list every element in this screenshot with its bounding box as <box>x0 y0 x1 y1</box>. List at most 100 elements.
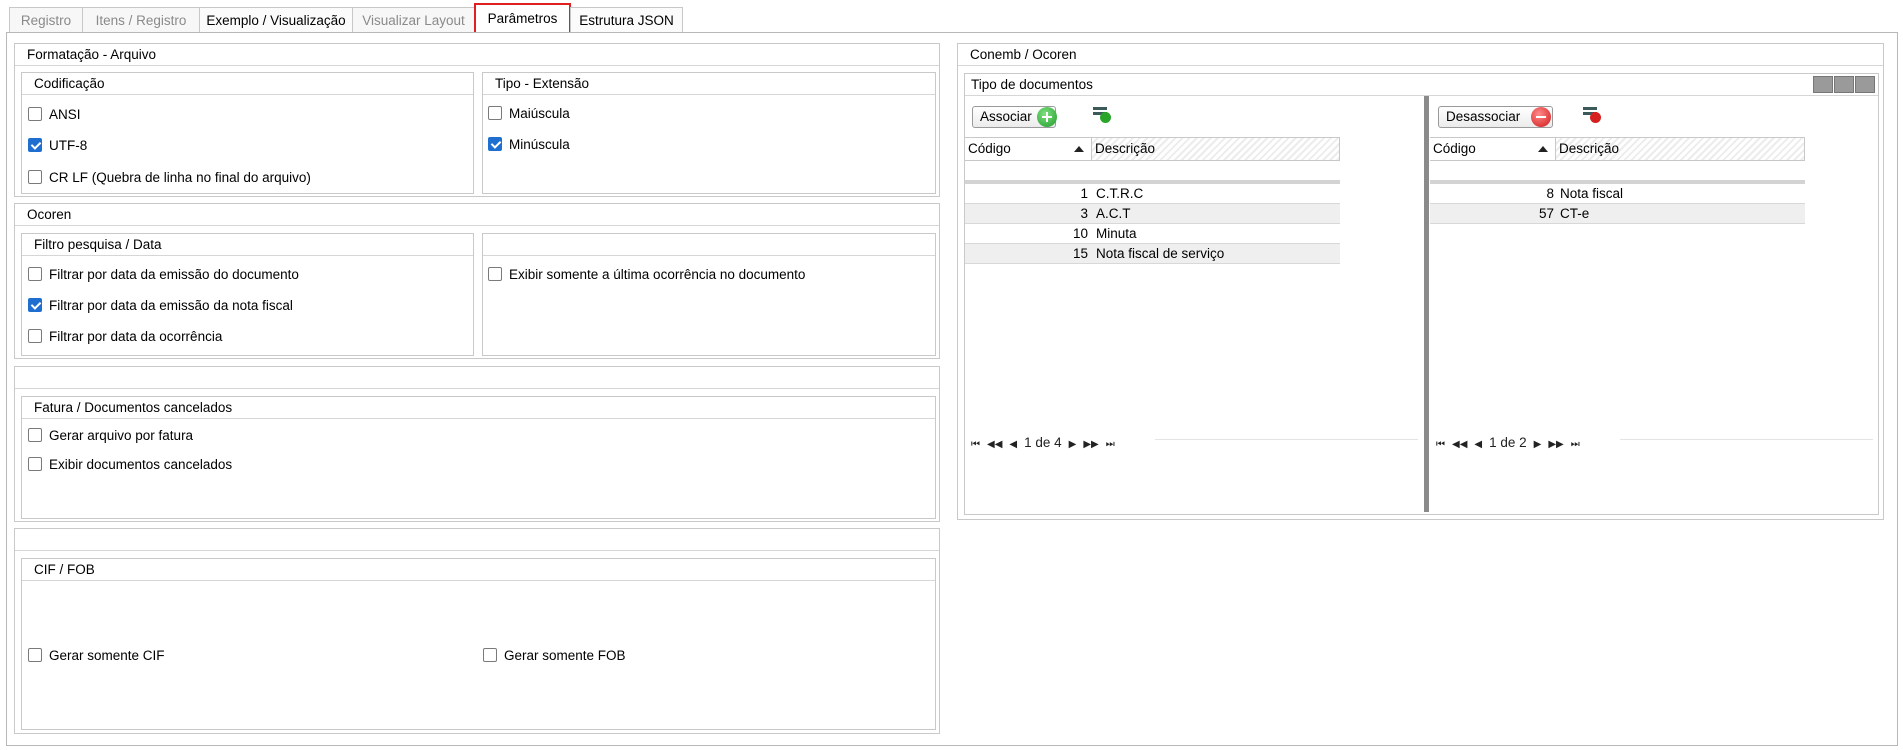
table-row[interactable]: 15 Nota fiscal de serviço <box>965 244 1340 264</box>
desassociar-button[interactable]: Desassociar <box>1438 106 1553 128</box>
checkbox-box[interactable] <box>28 329 42 344</box>
last-page-icon[interactable]: ⏭ <box>1571 435 1580 455</box>
utf8-checkbox[interactable]: UTF-8 <box>28 136 87 156</box>
checkbox-box[interactable] <box>28 298 42 313</box>
table-row[interactable]: 3 A.C.T <box>965 204 1340 224</box>
next-block-icon[interactable]: ▶▶ <box>1548 435 1563 455</box>
checkbox-box[interactable] <box>488 267 502 282</box>
gerar-arquivo-fatura-checkbox[interactable]: Gerar arquivo por fatura <box>28 426 193 446</box>
table-header: Código Descrição <box>965 137 1340 161</box>
associar-all-icon[interactable] <box>1093 107 1111 123</box>
prev-page-icon[interactable]: ◀ <box>1474 435 1482 455</box>
exibir-cancelados-label: Exibir documentos cancelados <box>49 457 233 472</box>
desassociar-all-icon[interactable] <box>1583 107 1601 123</box>
next-block-icon[interactable]: ▶▶ <box>1083 435 1098 455</box>
table-row[interactable]: 10 Minuta <box>965 224 1340 244</box>
header-codigo[interactable]: Código <box>965 138 1092 160</box>
maiuscula-label: Maiúscula <box>509 106 570 121</box>
checkbox-box[interactable] <box>28 428 42 443</box>
minuscula-checkbox[interactable]: Minúscula <box>488 135 570 155</box>
tab-itens-registro[interactable]: Itens / Registro <box>82 7 200 32</box>
tipo-documentos-title: Tipo de documentos <box>965 74 1878 96</box>
cif-fob-title: CIF / FOB <box>22 559 935 581</box>
filtro-emissao-nota-label: Filtrar por data da emissão da nota fisc… <box>49 298 293 313</box>
ocoren-options-title <box>483 234 935 256</box>
tab-parametros[interactable]: Parâmetros <box>474 3 571 34</box>
maiuscula-checkbox[interactable]: Maiúscula <box>488 104 570 124</box>
conemb-ocoren-title: Conemb / Ocoren <box>958 44 1883 66</box>
gerar-somente-fob-label: Gerar somente FOB <box>504 648 626 663</box>
checkbox-box[interactable] <box>28 170 42 185</box>
next-page-icon[interactable]: ▶ <box>1534 435 1542 455</box>
table-row[interactable]: 57 CT-e <box>1430 204 1805 224</box>
sort-ascending-icon <box>1538 146 1548 152</box>
tab-bar: Registro Itens / Registro Exemplo / Visu… <box>0 0 1903 34</box>
crlf-label: CR LF (Quebra de linha no final do arqui… <box>49 170 311 185</box>
next-page-icon[interactable]: ▶ <box>1069 435 1077 455</box>
checkbox-box[interactable] <box>483 648 497 663</box>
tipo-extensao-group: Tipo - Extensão Maiúscula Minúscula <box>482 72 936 194</box>
first-page-icon[interactable]: ⏮ <box>1436 435 1445 455</box>
tab-estrutura-json[interactable]: Estrutura JSON <box>570 7 683 32</box>
pager: ⏮ ◀◀ ◀ 1 de 2 ▶ ▶▶ ⏭ <box>1436 433 1587 453</box>
page-indicator: 1 de 2 <box>1489 435 1527 450</box>
fatura-outer-title <box>15 367 939 389</box>
cif-fob-outer-title <box>15 529 939 551</box>
ansi-checkbox[interactable]: ANSI <box>28 105 81 125</box>
add-icon <box>1037 107 1057 127</box>
tab-registro[interactable]: Registro <box>9 7 83 32</box>
ocoren-options-group: Exibir somente a última ocorrência no do… <box>482 233 936 356</box>
filtro-emissao-documento-checkbox[interactable]: Filtrar por data da emissão do documento <box>28 265 299 285</box>
filtro-emissao-nota-checkbox[interactable]: Filtrar por data da emissão da nota fisc… <box>28 296 293 316</box>
formatacao-arquivo-title: Formatação - Arquivo <box>15 44 939 66</box>
table-row[interactable]: 1 C.T.R.C <box>965 184 1340 204</box>
codificacao-title: Codificação <box>22 73 473 95</box>
crlf-checkbox[interactable]: CR LF (Quebra de linha no final do arqui… <box>28 168 311 188</box>
checkbox-box[interactable] <box>488 106 502 121</box>
cif-fob-outer-panel: CIF / FOB Gerar somente CIF Gerar soment… <box>14 528 940 734</box>
view-toolbar <box>1812 76 1875 94</box>
maximize-icon[interactable] <box>1855 76 1875 93</box>
calendar-view-icon[interactable] <box>1834 76 1854 93</box>
prev-block-icon[interactable]: ◀◀ <box>987 435 1002 455</box>
desassociar-label: Desassociar <box>1446 109 1521 124</box>
checkbox-box[interactable] <box>28 107 42 122</box>
ansi-label: ANSI <box>49 107 81 122</box>
checkbox-box[interactable] <box>28 457 42 472</box>
checkbox-box[interactable] <box>28 267 42 282</box>
minuscula-label: Minúscula <box>509 137 570 152</box>
first-page-icon[interactable]: ⏮ <box>971 435 980 455</box>
exibir-ultima-ocorrencia-checkbox[interactable]: Exibir somente a última ocorrência no do… <box>488 265 805 285</box>
tab-exemplo-visualizacao[interactable]: Exemplo / Visualização <box>199 7 353 32</box>
gerar-somente-fob-checkbox[interactable]: Gerar somente FOB <box>483 646 626 666</box>
associated-documents-grid: Desassociar Código Descrição 8 Nota fisca… <box>1430 96 1877 514</box>
horizontal-scrollbar[interactable] <box>1620 439 1873 452</box>
prev-page-icon[interactable]: ◀ <box>1009 435 1017 455</box>
pager: ⏮ ◀◀ ◀ 1 de 4 ▶ ▶▶ ⏭ <box>971 433 1122 453</box>
exibir-cancelados-checkbox[interactable]: Exibir documentos cancelados <box>28 455 232 475</box>
conemb-ocoren-panel: Conemb / Ocoren Tipo de documentos Assoc… <box>957 43 1884 520</box>
utf8-label: UTF-8 <box>49 138 88 153</box>
checkbox-box[interactable] <box>488 137 502 152</box>
filtro-ocorrencia-checkbox[interactable]: Filtrar por data da ocorrência <box>28 327 222 347</box>
horizontal-scrollbar[interactable] <box>1155 439 1418 452</box>
codificacao-group: Codificação ANSI UTF-8 CR LF (Quebra de … <box>21 72 474 194</box>
gerar-arquivo-fatura-label: Gerar arquivo por fatura <box>49 428 194 443</box>
grid-splitter[interactable] <box>1424 96 1429 512</box>
tipo-extensao-title: Tipo - Extensão <box>483 73 935 95</box>
header-descricao[interactable]: Descrição <box>1556 138 1805 160</box>
exibir-ultima-ocorrencia-label: Exibir somente a última ocorrência no do… <box>509 267 806 282</box>
tab-visualizar-layout[interactable]: Visualizar Layout <box>352 7 475 32</box>
prev-block-icon[interactable]: ◀◀ <box>1452 435 1467 455</box>
list-view-icon[interactable] <box>1813 76 1833 93</box>
table-row[interactable]: 8 Nota fiscal <box>1430 184 1805 204</box>
associar-button[interactable]: Associar <box>972 106 1057 128</box>
available-documents-grid: Associar Código Descrição 1 C.T.R.C 3 A.C.… <box>965 96 1422 514</box>
checkbox-box[interactable] <box>28 648 42 663</box>
gerar-somente-cif-checkbox[interactable]: Gerar somente CIF <box>28 646 165 666</box>
checkbox-box[interactable] <box>28 138 42 153</box>
filtro-ocorrencia-label: Filtrar por data da ocorrência <box>49 329 223 344</box>
last-page-icon[interactable]: ⏭ <box>1106 435 1115 455</box>
fatura-outer-panel: Fatura / Documentos cancelados Gerar arq… <box>14 366 940 522</box>
header-descricao[interactable]: Descrição <box>1092 138 1340 160</box>
